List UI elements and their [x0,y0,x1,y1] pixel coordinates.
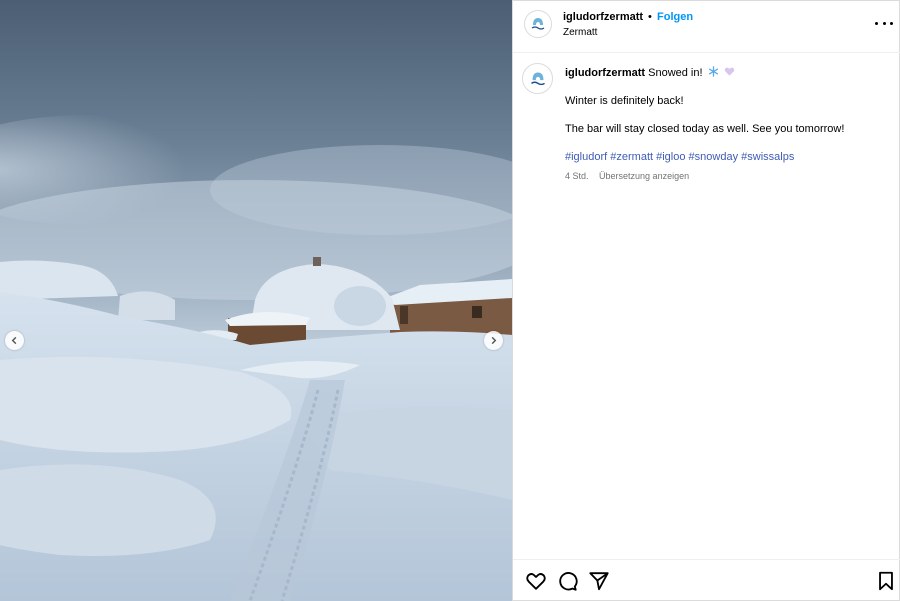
separator-dot: • [648,11,652,23]
hashtag-link[interactable]: #swissalps [741,151,794,163]
chevron-right-icon [491,336,497,345]
caption-meta: 4 Std. Übersetzung anzeigen [565,171,689,181]
show-translation-link[interactable]: Übersetzung anzeigen [599,171,689,181]
comment-icon[interactable] [556,570,578,592]
igloo-logo-icon [530,71,545,85]
caption-line-1: Winter is definitely back! [565,95,684,107]
chevron-left-icon [11,336,17,345]
hashtag-link[interactable]: #igludorf [565,151,607,163]
post-username[interactable]: igludorfzermatt [563,11,643,23]
more-options-icon[interactable] [875,16,893,30]
snowflake-emoji-icon [708,66,718,77]
hashtag-link[interactable]: #snowday [689,151,739,163]
carousel-prev-button[interactable] [5,331,24,350]
follow-button[interactable]: Folgen [657,11,693,23]
bookmark-icon[interactable] [875,570,897,592]
hashtag-list: #igludorf #zermatt #igloo #snowday #swis… [565,151,794,163]
caption-first-line: igludorfzermatt Snowed in! [565,66,735,79]
post-location[interactable]: Zermatt [563,27,597,38]
avatar[interactable] [524,10,552,38]
post-image[interactable] [0,0,512,601]
caption-username[interactable]: igludorfzermatt [565,67,645,79]
caption-avatar[interactable] [522,63,553,94]
hashtag-link[interactable]: #igloo [656,151,685,163]
share-icon[interactable] [588,570,610,592]
light-purple-heart-emoji-icon [724,67,734,76]
igloo-logo-icon [531,18,545,30]
heart-icon[interactable] [525,570,547,592]
action-bar [513,559,900,601]
post-header: igludorfzermatt • Folgen Zermatt [513,0,900,53]
post-side-panel: igludorfzermatt • Folgen Zermatt igludor… [512,0,900,601]
post-timestamp[interactable]: 4 Std. [565,171,589,181]
caption-line-2: The bar will stay closed today as well. … [565,123,845,135]
carousel-next-button[interactable] [484,331,503,350]
caption-title: Snowed in! [648,67,703,79]
snowy-igloo-village-photo [0,0,512,601]
hashtag-link[interactable]: #zermatt [610,151,653,163]
